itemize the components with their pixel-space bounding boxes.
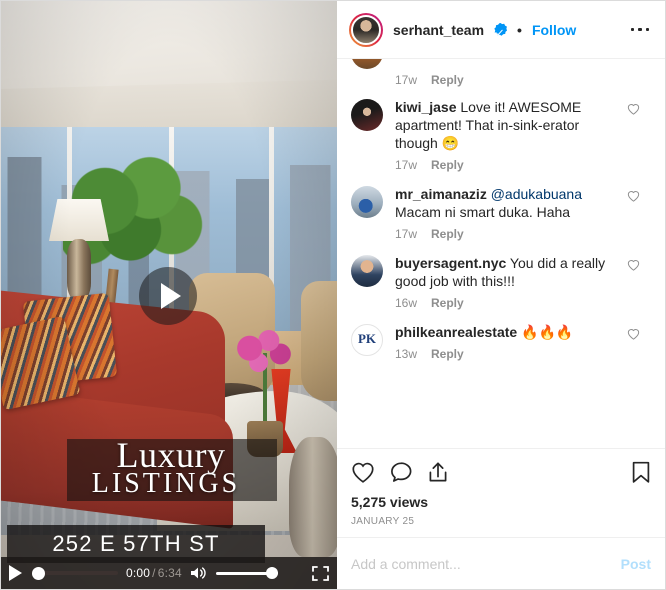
- comment-time: 17w: [395, 227, 418, 241]
- view-count: 5,275 views: [351, 494, 429, 510]
- comment-icon[interactable]: [389, 461, 413, 484]
- comment-item: buyersagent.nyc You did a really good jo…: [351, 245, 651, 314]
- comment-truncated: 17w Reply: [351, 59, 651, 89]
- comment-item: kiwi_jase Love it! AWESOME apartment! Th…: [351, 89, 651, 176]
- add-comment-bar[interactable]: Post: [337, 537, 665, 589]
- more-options-icon[interactable]: [629, 22, 652, 38]
- comment-message: Macam ni smart duka. Haha: [395, 204, 571, 220]
- post-comment-button[interactable]: Post: [621, 556, 651, 572]
- share-icon[interactable]: [427, 461, 449, 484]
- reply-button[interactable]: Reply: [431, 347, 464, 361]
- comment-meta: 13w Reply: [395, 347, 615, 361]
- post-header: serhant_team • Follow: [337, 1, 665, 59]
- comment-meta: 17w Reply: [395, 158, 615, 172]
- comment-body: philkeanrealestate 🔥🔥🔥 13w Reply: [395, 323, 615, 361]
- comment-username[interactable]: philkeanrealestate: [395, 324, 517, 340]
- comment-meta: 16w Reply: [395, 296, 615, 310]
- like-comment-icon[interactable]: [627, 323, 651, 361]
- instagram-post: Luxury LISTINGS 252 E 57TH ST 0:00/6:34: [0, 0, 666, 590]
- volume-icon[interactable]: [190, 565, 208, 581]
- current-time: 0:00: [126, 566, 151, 580]
- comment-item: mr_aimanaziz @adukabuana Macam ni smart …: [351, 176, 651, 245]
- avatar-image: [351, 14, 381, 45]
- comment-avatar[interactable]: [351, 99, 383, 131]
- reply-button[interactable]: Reply: [431, 227, 464, 241]
- duration: 6:34: [157, 566, 182, 580]
- comment-item: philkeanrealestate 🔥🔥🔥 13w Reply: [351, 314, 651, 365]
- video-player[interactable]: Luxury LISTINGS 252 E 57TH ST 0:00/6:34: [1, 1, 337, 589]
- comment-username[interactable]: mr_aimanaziz: [395, 186, 487, 202]
- comment-avatar[interactable]: [351, 186, 383, 218]
- comment-time: 16w: [395, 296, 418, 310]
- reply-button[interactable]: Reply: [431, 73, 464, 87]
- header-separator: •: [517, 21, 522, 38]
- verified-badge-icon: [494, 23, 508, 36]
- comment-text: buyersagent.nyc You did a really good jo…: [395, 254, 615, 290]
- like-comment-icon[interactable]: [627, 98, 651, 172]
- save-icon[interactable]: [631, 461, 651, 484]
- play-button-overlay[interactable]: [139, 267, 197, 325]
- volume-slider[interactable]: [215, 566, 278, 580]
- like-comment-icon[interactable]: [627, 185, 651, 241]
- avatar[interactable]: [349, 12, 383, 47]
- action-bar: [351, 457, 651, 486]
- like-comment-icon[interactable]: [627, 254, 651, 310]
- comment-avatar[interactable]: [351, 255, 383, 287]
- comment-body: mr_aimanaziz @adukabuana Macam ni smart …: [395, 185, 615, 241]
- fullscreen-icon[interactable]: [312, 565, 329, 581]
- volume-handle[interactable]: [265, 567, 278, 579]
- video-controls-bar[interactable]: 0:00/6:34: [1, 557, 337, 589]
- reply-button[interactable]: Reply: [431, 296, 464, 310]
- avatar-truncated: [351, 59, 383, 69]
- reply-button[interactable]: Reply: [431, 158, 464, 172]
- post-date: JANUARY 25: [351, 516, 415, 527]
- time-display: 0:00/6:34: [126, 566, 182, 580]
- comment-body: kiwi_jase Love it! AWESOME apartment! Th…: [395, 98, 615, 172]
- comment-message: 🔥🔥🔥: [517, 324, 574, 340]
- follow-button[interactable]: Follow: [532, 22, 576, 38]
- account-username[interactable]: serhant_team: [393, 22, 484, 38]
- comment-text: kiwi_jase Love it! AWESOME apartment! Th…: [395, 98, 615, 152]
- progress-scrubber[interactable]: [32, 565, 118, 581]
- time-separator: /: [152, 566, 156, 580]
- comment-time: 17w: [395, 73, 418, 87]
- progress-handle[interactable]: [32, 566, 45, 580]
- comment-mention[interactable]: @adukabuana: [491, 186, 582, 202]
- comment-time: 13w: [395, 347, 418, 361]
- post-actions-section: 5,275 views JANUARY 25: [337, 448, 665, 537]
- comment-body: buyersagent.nyc You did a really good jo…: [395, 254, 615, 310]
- play-icon[interactable]: [9, 565, 22, 581]
- comment-text: mr_aimanaziz @adukabuana Macam ni smart …: [395, 185, 615, 221]
- comment-input[interactable]: [351, 555, 621, 572]
- comment-time: 17w: [395, 158, 418, 172]
- play-triangle-icon: [160, 283, 181, 309]
- comment-username[interactable]: kiwi_jase: [395, 99, 457, 115]
- comments-list[interactable]: 17w Reply kiwi_jase Love it! AWESOME apa…: [337, 59, 665, 448]
- comment-text: philkeanrealestate 🔥🔥🔥: [395, 323, 615, 341]
- comment-meta: 17w Reply: [395, 65, 464, 87]
- comment-avatar[interactable]: [351, 324, 383, 356]
- post-sidebar: serhant_team • Follow 17w Reply kiwi_jas…: [337, 1, 665, 589]
- like-icon[interactable]: [351, 461, 375, 484]
- brand-title-listings: LISTINGS: [91, 468, 241, 499]
- address-text: 252 E 57TH ST: [52, 531, 220, 556]
- comment-meta: 17w Reply: [395, 227, 615, 241]
- comment-username[interactable]: buyersagent.nyc: [395, 255, 506, 271]
